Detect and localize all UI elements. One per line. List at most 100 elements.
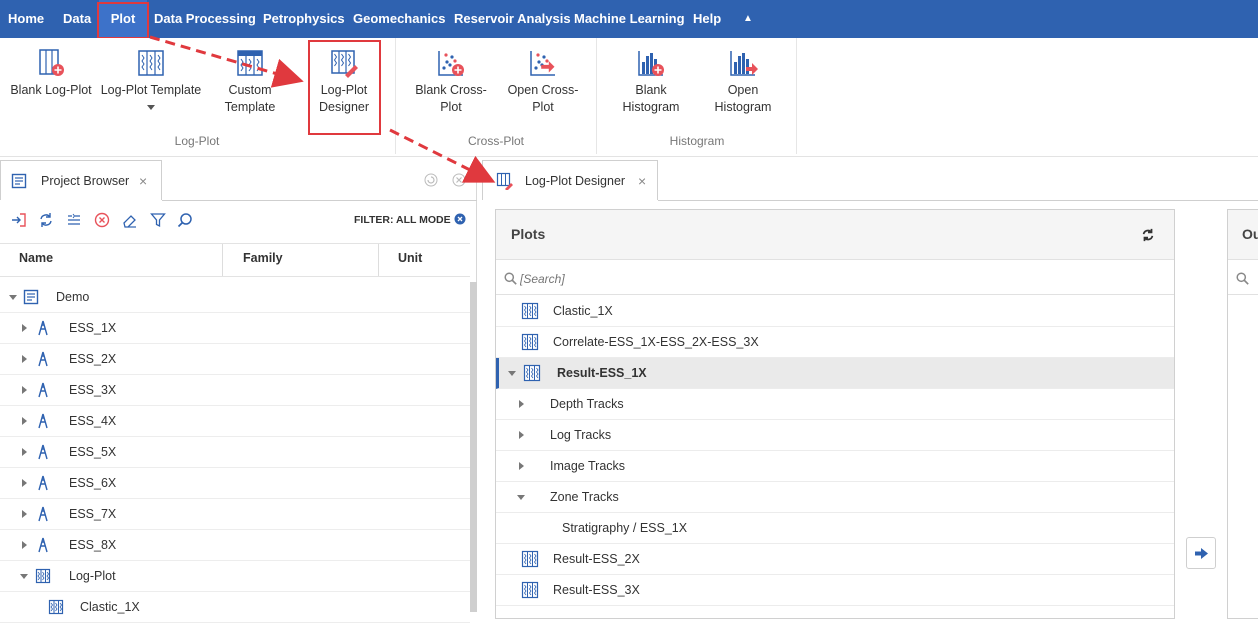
tree-row[interactable]: ESS_3X xyxy=(0,375,470,406)
plot-list-item[interactable]: Depth Tracks xyxy=(496,389,1174,420)
menu-machine-learning[interactable]: Machine Learning xyxy=(574,0,685,38)
close-icon[interactable]: × xyxy=(139,161,147,201)
sync-icon[interactable] xyxy=(38,212,54,228)
tree-scrollbar[interactable] xyxy=(470,282,477,612)
designer-area: Log-Plot Designer × Plots Clastic_1X Corr… xyxy=(477,157,1258,619)
blank-cross-plot-button[interactable]: Blank Cross- Plot xyxy=(412,48,490,116)
close-icon[interactable]: × xyxy=(638,161,646,201)
eraser-icon[interactable] xyxy=(122,212,138,228)
column-name[interactable]: Name xyxy=(19,251,53,265)
plot-list-item-label: Result-ESS_1X xyxy=(557,366,647,380)
close-panel-icon[interactable] xyxy=(452,173,466,187)
collapse-caret-icon[interactable] xyxy=(20,574,28,579)
plots-search-bar[interactable] xyxy=(496,263,1174,295)
plot-list-item[interactable]: Result-ESS_1X xyxy=(496,358,1174,389)
open-histogram-icon xyxy=(730,51,758,76)
log-plot-icon xyxy=(521,333,539,354)
column-divider[interactable] xyxy=(222,244,223,276)
custom-template-button[interactable]: Custom Template xyxy=(212,48,288,116)
expand-caret-icon[interactable] xyxy=(22,417,27,425)
tree-row[interactable]: ESS_5X xyxy=(0,437,470,468)
tree-scrollbar-thumb[interactable] xyxy=(470,282,477,612)
plot-list-item[interactable]: Image Tracks xyxy=(496,451,1174,482)
open-cross-plot-label-2: Plot xyxy=(532,100,554,114)
menu-petrophysics[interactable]: Petrophysics xyxy=(263,0,345,38)
tree-row[interactable]: ESS_4X xyxy=(0,406,470,437)
open-cross-plot-icon xyxy=(530,51,555,76)
group-divider xyxy=(796,38,797,154)
add-to-output-button[interactable] xyxy=(1186,537,1216,569)
expand-caret-icon[interactable] xyxy=(22,448,27,456)
tree-row[interactable]: ESS_1X xyxy=(0,313,470,344)
collapse-caret-icon[interactable] xyxy=(517,495,525,500)
blank-log-plot-icon xyxy=(39,49,64,76)
tree-row-label: ESS_7X xyxy=(69,507,117,521)
blank-histogram-button[interactable]: Blank Histogram xyxy=(614,48,688,116)
log-plot-template-button[interactable]: Log-Plot Template xyxy=(100,48,202,110)
plot-list-item[interactable]: Result-ESS_3X xyxy=(496,575,1174,606)
tree-row[interactable]: Demo xyxy=(0,282,470,313)
plot-list-item[interactable]: Result-ESS_2X xyxy=(496,544,1174,575)
blank-log-plot-label: Blank Log-Plot xyxy=(10,83,92,97)
menu-geomechanics[interactable]: Geomechanics xyxy=(353,0,446,38)
import-icon[interactable] xyxy=(11,212,27,228)
plot-list-item[interactable]: Zone Tracks xyxy=(496,482,1174,513)
output-search-bar[interactable] xyxy=(1228,263,1258,295)
plot-list-item-label: Zone Tracks xyxy=(550,490,619,504)
plot-list-item[interactable]: Log Tracks xyxy=(496,420,1174,451)
collapse-caret-icon[interactable] xyxy=(9,295,17,300)
menu-home[interactable]: Home xyxy=(8,0,44,38)
expand-caret-icon[interactable] xyxy=(519,431,524,439)
expand-caret-icon[interactable] xyxy=(22,355,27,363)
column-unit[interactable]: Unit xyxy=(398,251,422,265)
chevron-down-icon[interactable] xyxy=(147,105,155,110)
plots-card-header: Plots xyxy=(496,210,1174,260)
well-icon xyxy=(35,382,51,401)
menu-data-processing[interactable]: Data Processing xyxy=(154,0,256,38)
search-icon xyxy=(1236,272,1249,285)
delete-icon[interactable] xyxy=(94,212,110,228)
plots-search-input[interactable] xyxy=(520,269,1160,289)
log-plot-template-label: Log-Plot Template xyxy=(100,83,202,97)
search-icon[interactable] xyxy=(177,212,193,228)
blank-log-plot-button[interactable]: Blank Log-Plot xyxy=(8,48,94,99)
plot-list-item[interactable]: Clastic_1X xyxy=(496,296,1174,327)
expand-caret-icon[interactable] xyxy=(22,510,27,518)
menu-help[interactable]: Help xyxy=(693,0,721,38)
column-family[interactable]: Family xyxy=(243,251,283,265)
expand-caret-icon[interactable] xyxy=(22,541,27,549)
menu-data[interactable]: Data xyxy=(63,0,91,38)
column-divider[interactable] xyxy=(378,244,379,276)
tree-row[interactable]: ESS_2X xyxy=(0,344,470,375)
plot-list-item-label: Correlate-ESS_1X-ESS_2X-ESS_3X xyxy=(553,335,759,349)
refresh-icon[interactable] xyxy=(424,173,438,187)
plots-card: Plots Clastic_1X Correlate-ESS_1X-ESS_2X-… xyxy=(495,209,1175,619)
tree-row[interactable]: Clastic_1X xyxy=(0,592,470,623)
tab-project-browser[interactable]: Project Browser × xyxy=(0,160,162,200)
collapse-caret-icon[interactable] xyxy=(508,371,516,376)
tree-row-label: ESS_1X xyxy=(69,321,117,335)
collapse-ribbon-icon[interactable]: ▲ xyxy=(743,0,753,38)
open-histogram-button[interactable]: Open Histogram xyxy=(706,48,780,116)
expand-caret-icon[interactable] xyxy=(519,400,524,408)
tree-row[interactable]: ESS_8X xyxy=(0,530,470,561)
plot-list-item[interactable]: Stratigraphy / ESS_1X xyxy=(496,513,1174,544)
logplot-icon xyxy=(48,599,64,618)
expand-caret-icon[interactable] xyxy=(22,324,27,332)
tab-log-plot-designer[interactable]: Log-Plot Designer × xyxy=(482,160,658,200)
expand-caret-icon[interactable] xyxy=(22,386,27,394)
open-cross-plot-button[interactable]: Open Cross- Plot xyxy=(504,48,582,116)
tree-row[interactable]: ESS_7X xyxy=(0,499,470,530)
clear-filter-icon[interactable] xyxy=(454,213,466,225)
plot-list-item[interactable]: Correlate-ESS_1X-ESS_2X-ESS_3X xyxy=(496,327,1174,358)
filter-icon[interactable] xyxy=(150,212,166,228)
sort-list-icon[interactable] xyxy=(66,212,82,228)
tree-row[interactable]: ESS_6X xyxy=(0,468,470,499)
tree-row[interactable]: Log-Plot xyxy=(0,561,470,592)
tree-row-label: Log-Plot xyxy=(69,569,116,583)
well-icon xyxy=(35,475,51,494)
refresh-icon[interactable] xyxy=(1141,228,1155,242)
expand-caret-icon[interactable] xyxy=(519,462,524,470)
menu-reservoir-analysis[interactable]: Reservoir Analysis xyxy=(454,0,571,38)
expand-caret-icon[interactable] xyxy=(22,479,27,487)
